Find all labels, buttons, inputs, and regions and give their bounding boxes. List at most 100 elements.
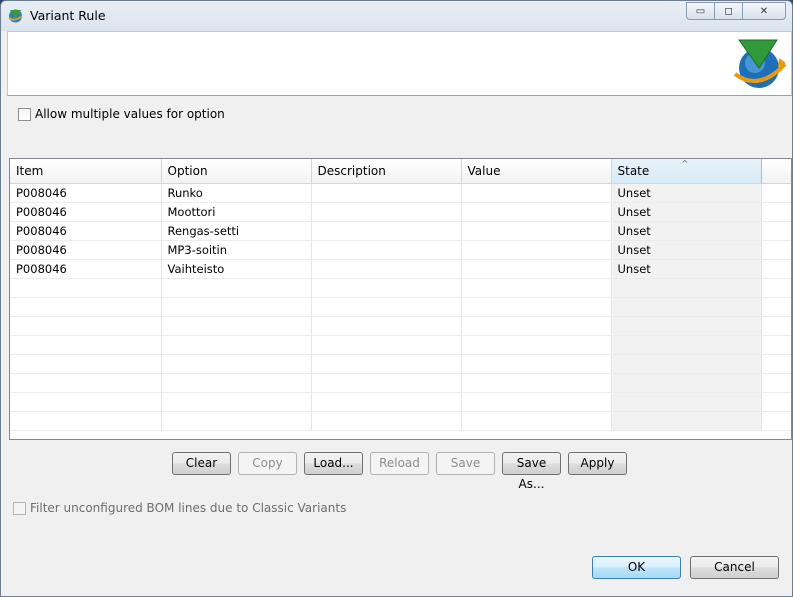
load-button[interactable]: Load... <box>304 452 363 475</box>
ok-button[interactable]: OK <box>592 556 681 579</box>
table-cell: Vaihteisto <box>161 259 312 279</box>
title-bar[interactable]: Variant Rule ▭ ◻ ✕ <box>1 1 792 31</box>
column-header-item[interactable]: Item <box>10 159 162 184</box>
clear-button[interactable]: Clear <box>172 452 231 475</box>
empty-table-row[interactable] <box>10 297 791 317</box>
empty-table-row[interactable] <box>10 392 791 412</box>
table-cell: P008046 <box>10 221 162 241</box>
table-cell <box>10 335 162 355</box>
table-cell: Unset <box>611 183 762 203</box>
apply-button[interactable]: Apply <box>568 452 627 475</box>
table-cell <box>311 316 462 336</box>
table-cell <box>311 240 462 260</box>
cancel-button[interactable]: Cancel <box>690 556 779 579</box>
close-button[interactable]: ✕ <box>742 2 786 20</box>
filter-classic-variants-checkbox[interactable] <box>13 501 26 515</box>
table-cell <box>611 411 762 431</box>
empty-table-row[interactable] <box>10 411 791 431</box>
table-cell: P008046 <box>10 202 162 222</box>
filter-classic-variants-option: Filter unconfigured BOM lines due to Cla… <box>13 501 346 515</box>
table-cell <box>461 392 612 412</box>
save-as-button[interactable]: Save As... <box>502 452 561 491</box>
copy-button[interactable]: Copy <box>238 452 297 475</box>
table-cell <box>461 297 612 317</box>
table-header-row: Item Option Description Value State ^ <box>10 159 791 184</box>
table-cell: Unset <box>611 259 762 279</box>
header-banner <box>7 31 792 96</box>
table-cell: Unset <box>611 221 762 241</box>
table-cell <box>161 316 312 336</box>
table-cell <box>461 354 612 374</box>
window-title: Variant Rule <box>30 8 106 23</box>
table-cell <box>10 354 162 374</box>
table-row[interactable]: P008046 Runko Unset <box>10 183 791 203</box>
window-controls: ▭ ◻ ✕ <box>686 2 786 20</box>
table-cell <box>761 392 791 412</box>
close-icon: ✕ <box>759 5 769 17</box>
table-cell: P008046 <box>10 240 162 260</box>
table-cell <box>161 278 312 298</box>
maximize-icon: ◻ <box>724 5 733 17</box>
table-cell <box>311 202 462 222</box>
table-cell: Unset <box>611 202 762 222</box>
table-cell <box>10 316 162 336</box>
minimize-icon: ▭ <box>695 5 706 17</box>
column-header-filler <box>761 159 791 184</box>
table-cell <box>311 411 462 431</box>
table-cell <box>311 221 462 241</box>
table-cell <box>461 316 612 336</box>
empty-table-row[interactable] <box>10 335 791 355</box>
table-row[interactable]: P008046 Moottori Unset <box>10 202 791 222</box>
table-cell <box>611 297 762 317</box>
table-cell <box>10 392 162 412</box>
table-cell <box>761 278 791 298</box>
table-cell <box>311 392 462 412</box>
table-cell <box>461 278 612 298</box>
column-header-value[interactable]: Value <box>461 159 612 184</box>
reload-button[interactable]: Reload <box>370 452 429 475</box>
column-header-description[interactable]: Description <box>311 159 462 184</box>
table-row[interactable]: P008046 Rengas-setti Unset <box>10 221 791 241</box>
table-cell <box>611 335 762 355</box>
table-cell <box>761 221 791 241</box>
table-cell <box>611 316 762 336</box>
table-cell <box>611 392 762 412</box>
empty-table-row[interactable] <box>10 278 791 298</box>
table-cell <box>311 278 462 298</box>
table-row[interactable]: P008046 MP3-soitin Unset <box>10 240 791 260</box>
filter-classic-variants-label: Filter unconfigured BOM lines due to Cla… <box>30 501 347 515</box>
table-cell <box>161 335 312 355</box>
table-cell <box>761 259 791 279</box>
table-cell <box>311 297 462 317</box>
column-header-state[interactable]: State ^ <box>611 159 762 184</box>
table-cell <box>761 297 791 317</box>
allow-multiple-label: Allow multiple values for option <box>35 107 225 121</box>
table-cell <box>10 297 162 317</box>
table-cell <box>161 411 312 431</box>
save-button[interactable]: Save <box>436 452 495 475</box>
allow-multiple-option: Allow multiple values for option <box>18 107 225 121</box>
table-cell <box>761 183 791 203</box>
table-cell <box>311 335 462 355</box>
table-cell <box>10 278 162 298</box>
table-cell <box>461 240 612 260</box>
maximize-button[interactable]: ◻ <box>714 2 742 20</box>
empty-table-row[interactable] <box>10 373 791 393</box>
table-cell <box>161 297 312 317</box>
table-cell <box>311 354 462 374</box>
table-cell: Rengas-setti <box>161 221 312 241</box>
table-row[interactable]: P008046 Vaihteisto Unset <box>10 259 791 279</box>
allow-multiple-checkbox[interactable] <box>18 107 31 121</box>
table-cell <box>10 411 162 431</box>
column-header-option[interactable]: Option <box>161 159 312 184</box>
variant-options-table[interactable]: Item Option Description Value State ^ P00… <box>9 158 792 440</box>
table-cell: P008046 <box>10 259 162 279</box>
app-icon <box>8 9 23 23</box>
minimize-button[interactable]: ▭ <box>686 2 714 20</box>
table-cell <box>311 183 462 203</box>
teamcenter-logo-icon <box>733 39 787 88</box>
empty-table-row[interactable] <box>10 316 791 336</box>
table-cell <box>461 411 612 431</box>
empty-table-row[interactable] <box>10 354 791 374</box>
table-cell <box>611 373 762 393</box>
